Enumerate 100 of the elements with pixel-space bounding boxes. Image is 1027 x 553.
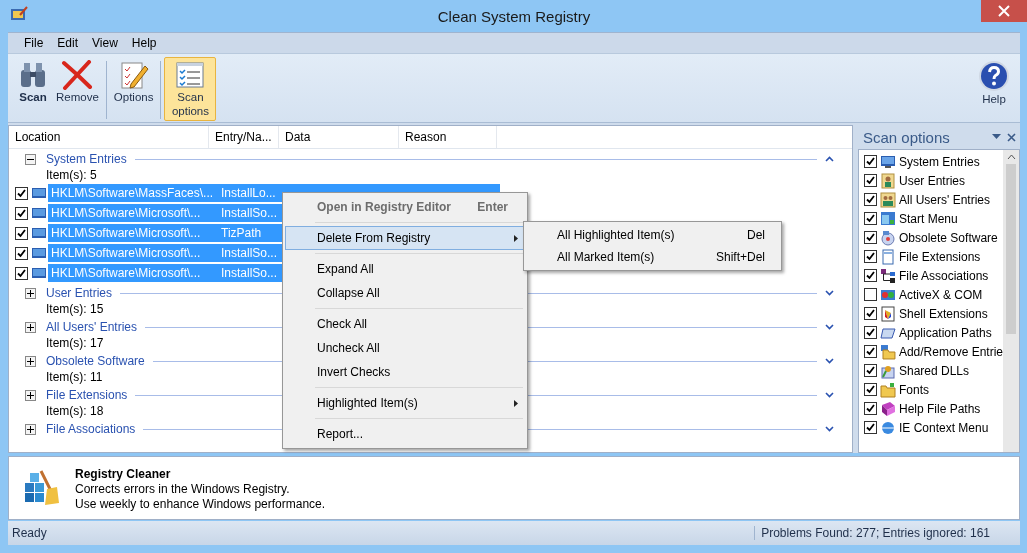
monitor-icon bbox=[880, 153, 896, 170]
monitor-icon bbox=[32, 187, 46, 199]
checkbox[interactable] bbox=[15, 206, 28, 220]
context-menu-item[interactable]: Check All bbox=[285, 312, 525, 336]
people-icon bbox=[880, 191, 896, 208]
checkbox[interactable] bbox=[864, 326, 877, 339]
scroll-up-icon[interactable] bbox=[1006, 154, 1016, 160]
context-menu-item[interactable]: Highlighted Item(s) bbox=[285, 391, 525, 415]
checkbox[interactable] bbox=[15, 186, 28, 200]
binoculars-icon bbox=[18, 60, 48, 90]
notepad-pencil-icon bbox=[118, 60, 149, 90]
window-title: Clean System Registry bbox=[437, 7, 591, 25]
group-title: User Entries bbox=[46, 286, 113, 300]
checklist-icon bbox=[175, 60, 206, 90]
checkbox[interactable] bbox=[864, 364, 877, 377]
group-title: File Associations bbox=[46, 422, 136, 436]
option-label: Obsolete Software bbox=[899, 230, 998, 245]
menu-item[interactable]: File bbox=[18, 36, 50, 50]
status-text: Ready bbox=[11, 526, 48, 540]
checkbox[interactable] bbox=[864, 231, 877, 244]
option-label: File Associations bbox=[899, 268, 989, 283]
context-menu-item[interactable]: Collapse All bbox=[285, 281, 525, 305]
checkbox[interactable] bbox=[864, 212, 877, 225]
checkbox[interactable] bbox=[864, 421, 877, 434]
context-menu-item[interactable]: Invert Checks bbox=[285, 360, 525, 384]
checkbox[interactable] bbox=[15, 266, 28, 280]
help-icon bbox=[978, 60, 1010, 92]
toolbar-button[interactable]: Remove bbox=[52, 57, 103, 107]
column-header[interactable]: Location bbox=[9, 126, 209, 148]
submenu-item[interactable]: All Highlighted Item(s) Del bbox=[524, 224, 781, 246]
submenu-arrow-icon bbox=[514, 399, 518, 407]
shell-icon bbox=[880, 305, 896, 322]
group-title: File Extensions bbox=[46, 388, 128, 402]
person-icon bbox=[880, 172, 896, 189]
chevron-icon[interactable] bbox=[825, 392, 834, 398]
checkbox[interactable] bbox=[15, 246, 28, 260]
expand-toggle[interactable] bbox=[25, 423, 36, 435]
menu-item[interactable]: Help bbox=[125, 36, 163, 50]
disc-icon bbox=[880, 229, 896, 246]
collapse-toggle[interactable] bbox=[25, 153, 36, 165]
checkbox[interactable] bbox=[864, 193, 877, 206]
document-icon bbox=[880, 248, 896, 265]
option-label: System Entries bbox=[899, 154, 980, 169]
toolbar-button[interactable]: Help bbox=[974, 57, 1014, 109]
checkbox[interactable] bbox=[15, 226, 28, 240]
expand-toggle[interactable] bbox=[25, 287, 36, 299]
submenu-item[interactable]: All Marked Item(s) Shift+Del bbox=[524, 246, 781, 268]
checkbox[interactable] bbox=[864, 307, 877, 320]
checkbox[interactable] bbox=[864, 174, 877, 187]
toolbar-button[interactable]: Options bbox=[109, 57, 158, 107]
fonts-folder-icon bbox=[880, 381, 896, 398]
checkbox[interactable] bbox=[864, 250, 877, 263]
option-label: Start Menu bbox=[899, 211, 958, 226]
item-count: Item(s): 11 bbox=[46, 369, 103, 385]
group-title: Obsolete Software bbox=[46, 354, 145, 368]
toolbar-button[interactable]: Scan bbox=[14, 57, 52, 107]
info-title: Registry Cleaner bbox=[75, 467, 172, 482]
monitor-icon bbox=[32, 247, 46, 259]
checkbox[interactable] bbox=[864, 269, 877, 282]
column-header[interactable]: Reason bbox=[399, 126, 497, 148]
info-text: Use weekly to enhance Windows performance. bbox=[75, 497, 326, 512]
close-icon[interactable] bbox=[1007, 132, 1016, 142]
expand-toggle[interactable] bbox=[25, 355, 36, 367]
column-header[interactable]: Entry/Na... bbox=[209, 126, 279, 148]
column-header[interactable]: Data bbox=[279, 126, 399, 148]
item-count: Item(s): 15 bbox=[46, 301, 104, 317]
window-icon bbox=[880, 210, 896, 227]
folder-icon bbox=[880, 343, 896, 360]
checkbox[interactable] bbox=[864, 402, 877, 415]
option-label: Help File Paths bbox=[899, 401, 981, 416]
group-title: All Users' Entries bbox=[46, 320, 137, 334]
expand-toggle[interactable] bbox=[25, 389, 36, 401]
chevron-icon[interactable] bbox=[825, 358, 834, 364]
checkbox[interactable] bbox=[864, 155, 877, 168]
chevron-icon[interactable] bbox=[825, 426, 834, 432]
menu-item[interactable]: Edit bbox=[51, 36, 85, 50]
context-menu-item[interactable]: Delete From Registry bbox=[285, 226, 525, 250]
tree-icon bbox=[880, 267, 896, 284]
chevron-icon[interactable] bbox=[825, 324, 834, 330]
checkbox[interactable] bbox=[864, 288, 877, 301]
expand-toggle[interactable] bbox=[25, 321, 36, 333]
cross-icon bbox=[61, 60, 94, 90]
context-menu-item[interactable]: Report... bbox=[285, 422, 525, 446]
option-label: IE Context Menu bbox=[899, 420, 989, 435]
panel-title: Scan options bbox=[863, 128, 951, 146]
globe-icon bbox=[880, 419, 896, 436]
option-label: All Users' Entries bbox=[899, 192, 990, 207]
chevron-icon[interactable] bbox=[825, 290, 834, 296]
checkbox[interactable] bbox=[864, 383, 877, 396]
option-label: Application Paths bbox=[899, 325, 992, 340]
context-menu-item[interactable]: Uncheck All bbox=[285, 336, 525, 360]
menu-item[interactable]: View bbox=[86, 36, 124, 50]
chevron-icon[interactable] bbox=[825, 156, 834, 162]
dropdown-icon[interactable] bbox=[992, 134, 1001, 140]
close-button[interactable] bbox=[981, 0, 1027, 22]
info-text: Corrects errors in the Windows Registry. bbox=[75, 482, 291, 497]
toolbar-button[interactable]: Scan options bbox=[164, 57, 217, 121]
option-label: File Extensions bbox=[899, 249, 981, 264]
checkbox[interactable] bbox=[864, 345, 877, 358]
item-count: Item(s): 17 bbox=[46, 335, 104, 351]
